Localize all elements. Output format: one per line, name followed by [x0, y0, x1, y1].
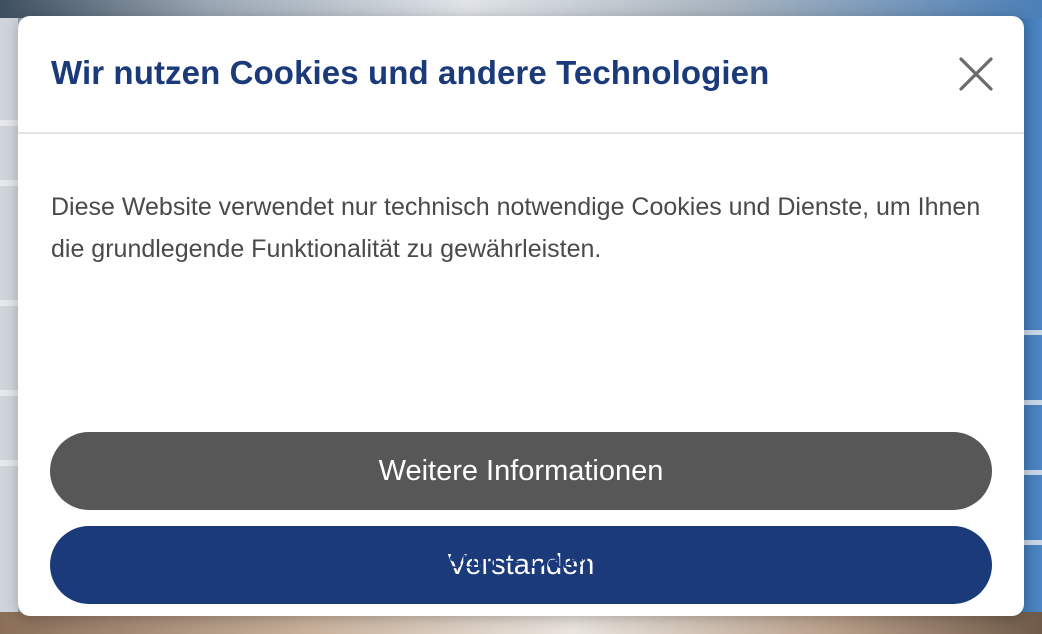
more-information-button[interactable]: Weitere Informationen	[50, 432, 992, 510]
close-button[interactable]	[956, 54, 996, 94]
background-balcony-stripe	[0, 460, 18, 466]
background-balcony-stripe	[0, 390, 18, 396]
dialog-footer-links: Impressum – Datenschutz	[18, 544, 1024, 575]
background-balcony-stripe	[0, 120, 18, 126]
cookie-description: Diese Website verwendet nur technisch no…	[51, 193, 981, 263]
footer-separator: –	[505, 544, 521, 574]
imprint-link[interactable]: Impressum	[369, 544, 498, 574]
background-balcony-stripe	[0, 180, 18, 186]
background-balcony-stripe	[0, 300, 18, 306]
close-icon	[956, 54, 996, 94]
cookie-consent-dialog: Wir nutzen Cookies und andere Technologi…	[18, 16, 1024, 616]
privacy-link[interactable]: Datenschutz	[528, 544, 673, 574]
dialog-header: Wir nutzen Cookies und andere Technologi…	[18, 16, 1024, 134]
dialog-title: Wir nutzen Cookies und andere Technologi…	[51, 54, 770, 91]
